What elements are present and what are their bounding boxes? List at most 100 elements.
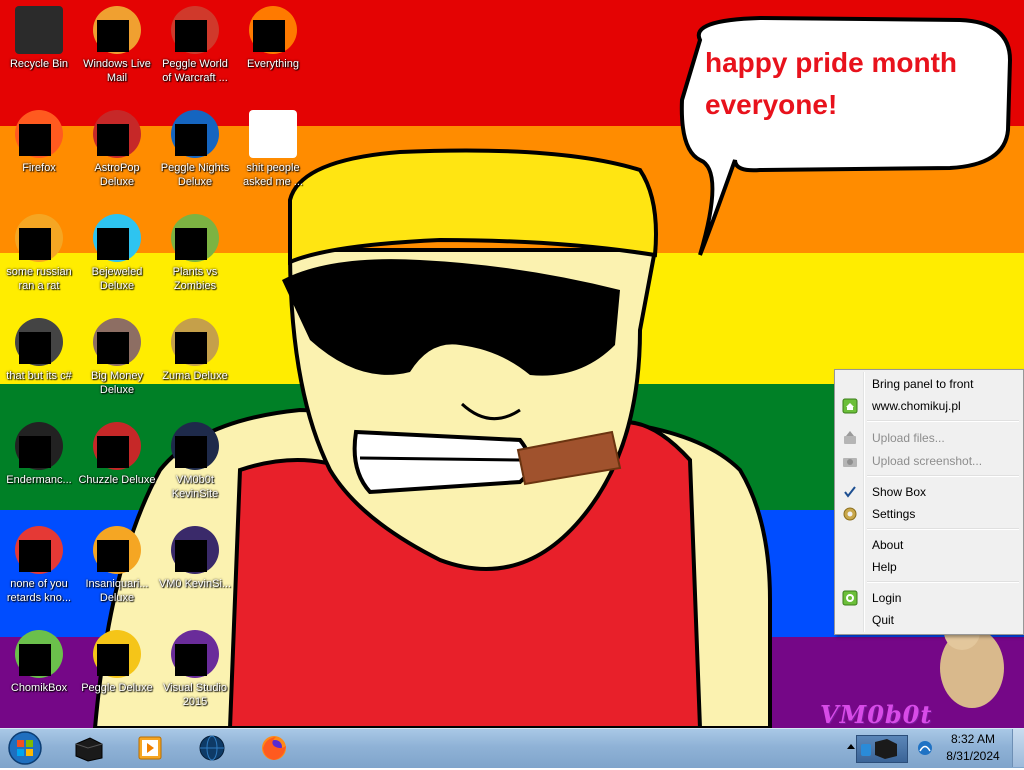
- censor-box: [19, 228, 51, 260]
- chomikbox-tray-icon[interactable]: [856, 735, 908, 763]
- desktop-icon-label: that but its c#: [6, 370, 72, 382]
- desktop[interactable]: happy pride month everyone! VM0b0t Recyc…: [0, 0, 1024, 728]
- desktop-icon[interactable]: AstroPop Deluxe: [78, 110, 156, 189]
- censor-box: [175, 20, 207, 52]
- desktop-icon[interactable]: some russian ran a rat: [0, 214, 78, 293]
- menu-item-about[interactable]: About: [837, 534, 1021, 556]
- desktop-icon[interactable]: Peggle Nights Deluxe: [156, 110, 234, 189]
- menu-item-label: Upload files...: [872, 431, 945, 445]
- menu-item-settings[interactable]: Settings: [837, 503, 1021, 525]
- desktop-icon[interactable]: shit people asked me ...: [234, 110, 312, 189]
- desktop-icon[interactable]: Endermanc...: [0, 422, 78, 487]
- desktop-icon[interactable]: none of you retards kno...: [0, 526, 78, 605]
- everything-search-icon: [249, 6, 297, 54]
- censor-box: [175, 228, 207, 260]
- desktop-icon-label: Peggle World of Warcraft ...: [162, 58, 228, 84]
- desktop-icon-label: none of you retards kno...: [6, 578, 72, 604]
- terminal-icon: [15, 422, 63, 470]
- censor-box: [175, 436, 207, 468]
- show-hidden-icons-icon[interactable]: [846, 741, 856, 751]
- chomikbox-context-menu: Bring panel to front www.chomikuj.pl Upl…: [834, 369, 1024, 635]
- folder-icon: [249, 110, 297, 158]
- desktop-icon-label: Plants vs Zombies: [172, 266, 218, 292]
- censor-box: [97, 644, 129, 676]
- menu-item-show-box[interactable]: Show Box: [837, 481, 1021, 503]
- menu-item-bring-panel-to-front[interactable]: Bring panel to front: [837, 373, 1021, 395]
- media-player-icon: [138, 736, 162, 760]
- insaniquarium-icon: [93, 526, 141, 574]
- desktop-icon[interactable]: VM0 KevinSi...: [156, 526, 234, 591]
- desktop-icon-label: Peggle Nights Deluxe: [160, 162, 230, 188]
- censor-box: [19, 124, 51, 156]
- upload-icon: [843, 458, 857, 467]
- desktop-icon[interactable]: Big Money Deluxe: [78, 318, 156, 397]
- home-icon: [842, 398, 858, 414]
- firefox-icon: [262, 736, 286, 760]
- desktop-icon-label: some russian ran a rat: [6, 266, 72, 292]
- menu-item-label: Login: [872, 591, 902, 605]
- big-money-icon: [93, 318, 141, 366]
- network-icon[interactable]: [916, 739, 934, 757]
- desktop-icon[interactable]: Visual Studio 2015: [156, 630, 234, 709]
- desktop-icon[interactable]: that but its c#: [0, 318, 78, 383]
- censor-box: [19, 540, 51, 572]
- menu-item-label: Show Box: [872, 485, 927, 499]
- taskbar-pinned-box-app[interactable]: [60, 731, 116, 765]
- desktop-icon-label: Peggle Deluxe: [81, 682, 153, 694]
- desktop-icon[interactable]: Peggle World of Warcraft ...: [156, 6, 234, 85]
- files-icon: [15, 318, 63, 366]
- menu-item-chomikuj-website[interactable]: www.chomikuj.pl: [837, 395, 1021, 417]
- censor-box: [97, 332, 129, 364]
- desktop-icon-label: Endermanc...: [6, 474, 72, 486]
- desktop-icon[interactable]: Recycle Bin: [0, 6, 78, 71]
- file-icon: [15, 214, 63, 262]
- desktop-icon[interactable]: Chuzzle Deluxe: [78, 422, 156, 487]
- taskbar-pinned-globe[interactable]: [184, 731, 240, 765]
- menu-item-label: Bring panel to front: [872, 377, 974, 391]
- notification-area: [840, 729, 940, 767]
- desktop-icon-label: VM0 KevinSi...: [158, 578, 232, 590]
- desktop-icon[interactable]: VM0b0t KevinSite: [156, 422, 234, 501]
- menu-item-upload-files[interactable]: Upload files...: [837, 427, 1021, 449]
- menu-item-login[interactable]: Login: [837, 587, 1021, 609]
- show-desktop-button[interactable]: [1012, 729, 1024, 767]
- desktop-icon[interactable]: Plants vs Zombies: [156, 214, 234, 293]
- desktop-icon-label: Chuzzle Deluxe: [78, 474, 156, 486]
- login-icon: [842, 590, 858, 606]
- censor-box: [253, 20, 285, 52]
- menu-item-label: About: [872, 538, 904, 552]
- desktop-icon[interactable]: Peggle Deluxe: [78, 630, 156, 695]
- desktop-icon[interactable]: Bejeweled Deluxe: [78, 214, 156, 293]
- desktop-icon[interactable]: Zuma Deluxe: [156, 318, 234, 383]
- taskbar-clock[interactable]: 8:32 AM 8/31/2024: [940, 731, 1006, 765]
- taskbar-pinned-firefox[interactable]: [246, 731, 302, 765]
- plants-vs-zombies-icon: [171, 214, 219, 262]
- menu-item-upload-screenshot[interactable]: Upload screenshot...: [837, 450, 1021, 472]
- desktop-icon[interactable]: Firefox: [0, 110, 78, 175]
- desktop-icon[interactable]: Insaniquari... Deluxe: [78, 526, 156, 605]
- taskbar: 8:32 AM 8/31/2024: [0, 728, 1024, 768]
- desktop-icon[interactable]: ChomikBox: [0, 630, 78, 695]
- vm-icon: [171, 422, 219, 470]
- menu-item-label: Settings: [872, 507, 916, 521]
- desktop-icon[interactable]: Everything: [234, 6, 312, 71]
- taskbar-pinned-media-player[interactable]: [122, 731, 178, 765]
- censor-box: [19, 644, 51, 676]
- menu-item-help[interactable]: Help: [837, 556, 1021, 578]
- vm-icon: [171, 526, 219, 574]
- menu-item-label: Help: [872, 560, 897, 574]
- censor-box: [97, 436, 129, 468]
- censor-box: [97, 20, 129, 52]
- globe-icon: [199, 735, 225, 761]
- censor-box: [97, 124, 129, 156]
- desktop-icon-label: Visual Studio 2015: [162, 682, 227, 708]
- clock-time: 8:32 AM: [950, 732, 996, 746]
- windows-live-mail-icon: [93, 6, 141, 54]
- censor-box: [175, 540, 207, 572]
- desktop-icon[interactable]: Windows Live Mail: [78, 6, 156, 85]
- menu-item-label: Quit: [872, 613, 895, 627]
- desktop-icon-label: ChomikBox: [10, 682, 68, 694]
- start-button[interactable]: [4, 730, 46, 766]
- menu-item-quit[interactable]: Quit: [837, 609, 1021, 631]
- censor-box: [97, 540, 129, 572]
